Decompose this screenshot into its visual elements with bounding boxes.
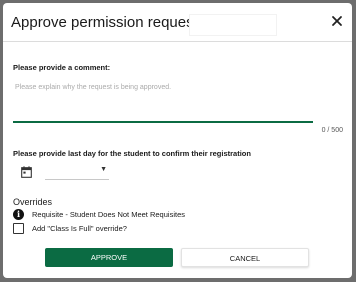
last-day-label: Please provide last day for the student … (13, 149, 251, 158)
close-icon (332, 16, 342, 26)
comment-label: Please provide a comment: (13, 63, 111, 72)
redacted-student-name (189, 14, 277, 36)
overrides-heading: Overrides (13, 197, 53, 207)
date-dropdown[interactable]: ▼ (45, 163, 109, 180)
class-full-label: Add "Class Is Full" override? (32, 224, 127, 233)
cancel-button[interactable]: CANCEL (181, 248, 309, 267)
last-day-date-picker: ▼ (17, 163, 117, 181)
calendar-icon[interactable] (21, 165, 32, 178)
info-icon: i (13, 209, 24, 220)
class-full-override-option[interactable]: Add "Class Is Full" override? (13, 223, 263, 235)
requisite-override-row: i Requisite - Student Does Not Meet Requ… (13, 209, 263, 221)
character-counter: 0 / 500 (321, 127, 343, 134)
comment-textarea[interactable] (13, 81, 313, 123)
approve-permission-dialog: Approve permission request for Please pr… (3, 3, 352, 278)
dialog-header: Approve permission request for (3, 3, 352, 42)
approve-button[interactable]: APPROVE (45, 248, 173, 267)
chevron-down-icon: ▼ (100, 166, 107, 173)
requisite-text: Requisite - Student Does Not Meet Requis… (32, 210, 185, 219)
class-full-checkbox[interactable] (13, 223, 24, 234)
close-button[interactable] (329, 13, 345, 29)
